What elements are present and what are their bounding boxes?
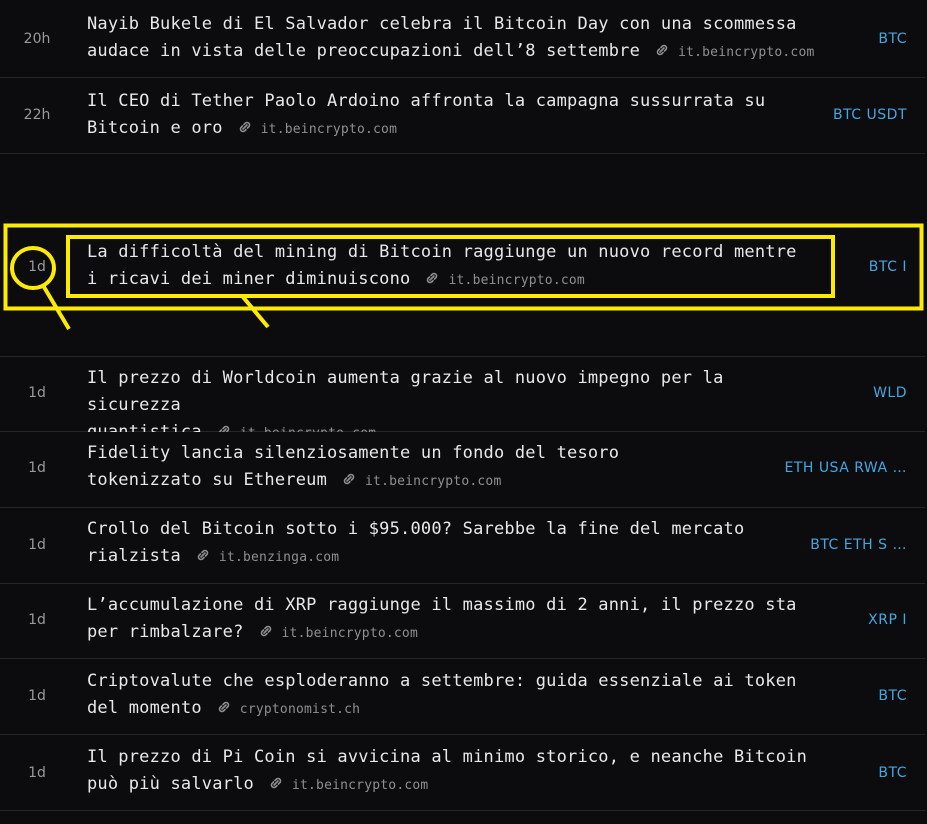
news-title-line1[interactable]: L’accumulazione di XRP raggiunge il mass… — [87, 595, 797, 615]
news-time: 20h — [23, 31, 51, 47]
news-row[interactable]: 1d Criptovalute che esploderanno a sette… — [0, 659, 925, 735]
news-time: 1d — [28, 688, 46, 704]
news-time: 1d — [28, 765, 46, 781]
news-title-line1[interactable]: Il prezzo di Worldcoin aumenta grazie al… — [87, 368, 724, 415]
news-row[interactable]: 1d Fidelity lancia silenziosamente un fo… — [0, 432, 925, 508]
news-source[interactable]: it.beincrypto.com — [282, 626, 418, 641]
news-feed: 20h Nayib Bukele di El Salvador celebra … — [0, 0, 927, 824]
news-title[interactable]: Nayib Bukele di El Salvador celebra il B… — [87, 11, 827, 66]
news-title-line2[interactable]: audace in vista delle preoccupazioni del… — [87, 41, 640, 61]
news-title-line1[interactable]: Il prezzo di Pi Coin si avvicina al mini… — [87, 747, 807, 767]
news-tags[interactable]: BTC USDT — [833, 107, 907, 123]
link-icon — [343, 473, 355, 485]
link-icon — [656, 44, 668, 56]
news-tags[interactable]: BTC ETH S … — [810, 537, 907, 553]
link-icon — [270, 777, 282, 789]
news-title-line2[interactable]: Bitcoin e oro — [87, 118, 223, 138]
news-tags[interactable]: XRP I — [868, 612, 907, 628]
news-row[interactable]: 20h Nayib Bukele di El Salvador celebra … — [0, 0, 925, 78]
news-row[interactable]: 1d Crollo del Bitcoin sotto i $95.000? S… — [0, 508, 925, 584]
news-source[interactable]: it.beincrypto.com — [678, 45, 814, 60]
link-icon — [427, 272, 438, 284]
news-time: 1d — [28, 385, 46, 401]
news-row[interactable]: 1d L’accumulazione di XRP raggiunge il m… — [0, 584, 925, 659]
news-source[interactable]: it.beincrypto.com — [448, 273, 584, 288]
news-title[interactable]: Il CEO di Tether Paolo Ardoino affronta … — [87, 88, 827, 143]
news-row[interactable]: 1d Il prezzo di Pi Coin si avvicina al m… — [0, 735, 925, 811]
news-time: 1d — [28, 612, 46, 628]
news-source[interactable]: it.beincrypto.com — [261, 122, 397, 137]
news-row-expanded[interactable]: 1d La difficoltà del mining di Bitcoin r… — [0, 154, 925, 357]
news-title[interactable]: L’accumulazione di XRP raggiunge il mass… — [87, 592, 827, 647]
news-source[interactable]: it.benzinga.com — [219, 550, 339, 565]
news-time: 1d — [28, 537, 46, 553]
news-title-line1[interactable]: Il CEO di Tether Paolo Ardoino affronta … — [87, 91, 765, 111]
news-title-line1[interactable]: Nayib Bukele di El Salvador celebra il B… — [87, 14, 797, 34]
news-title[interactable]: Criptovalute che esploderanno a settembr… — [87, 668, 827, 723]
news-time: 1d — [28, 460, 46, 476]
news-time: 22h — [23, 107, 51, 123]
news-title-line2[interactable]: del momento — [87, 698, 202, 718]
news-title[interactable]: Fidelity lancia silenziosamente un fondo… — [87, 440, 827, 495]
news-tags[interactable]: ETH USA RWA … — [784, 460, 907, 476]
news-row[interactable]: 1d Il prezzo di Worldcoin aumenta grazie… — [0, 357, 925, 442]
news-title-line1[interactable]: Crollo del Bitcoin sotto i $95.000? Sare… — [87, 519, 744, 539]
news-row[interactable]: 22h Il CEO di Tether Paolo Ardoino affro… — [0, 78, 925, 154]
news-title-line1[interactable]: La difficoltà del mining di Bitcoin ragg… — [87, 242, 797, 262]
news-title-line2[interactable]: tokenizzato su Ethereum — [87, 470, 327, 490]
news-tags[interactable]: BTC — [878, 765, 907, 781]
news-tags[interactable]: BTC I — [869, 259, 907, 275]
link-icon — [197, 549, 209, 561]
news-title-line2[interactable]: rialzista — [87, 546, 181, 566]
news-source[interactable]: it.beincrypto.com — [292, 778, 428, 793]
link-icon — [239, 121, 250, 133]
news-title-line2[interactable]: i ricavi dei miner diminuiscono — [87, 269, 410, 289]
news-title-line1[interactable]: Criptovalute che esploderanno a settembr… — [87, 671, 797, 691]
news-time: 1d — [28, 259, 46, 275]
news-title[interactable]: La difficoltà del mining di Bitcoin ragg… — [87, 239, 827, 294]
news-title-line2[interactable]: per rimbalzare? — [87, 622, 244, 642]
news-source[interactable]: cryptonomist.ch — [240, 702, 360, 717]
news-tags[interactable]: BTC — [878, 688, 907, 704]
news-tags[interactable]: BTC — [878, 31, 907, 47]
link-icon — [218, 701, 230, 713]
news-title-line2[interactable]: può più salvarlo — [87, 774, 254, 794]
news-title[interactable]: Crollo del Bitcoin sotto i $95.000? Sare… — [87, 516, 827, 571]
news-title-line1[interactable]: Fidelity lancia silenziosamente un fondo… — [87, 443, 619, 463]
news-tags[interactable]: WLD — [873, 385, 907, 401]
news-title[interactable]: Il prezzo di Pi Coin si avvicina al mini… — [87, 744, 827, 799]
link-icon — [260, 625, 271, 637]
news-source[interactable]: it.beincrypto.com — [365, 474, 501, 489]
